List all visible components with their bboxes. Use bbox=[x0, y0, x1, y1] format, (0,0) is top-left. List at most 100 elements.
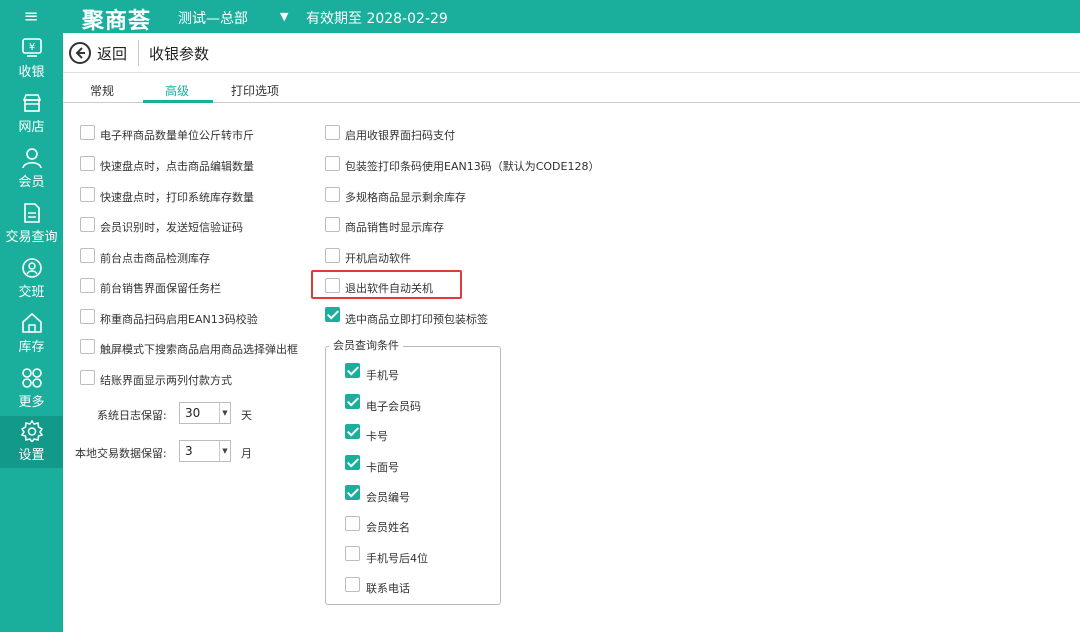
checkbox-keep-taskbar[interactable] bbox=[80, 278, 95, 293]
page-title: 收银参数 bbox=[149, 45, 210, 63]
hamburger-menu-icon[interactable]: ≡ bbox=[16, 4, 46, 28]
checkbox-package-ean13[interactable] bbox=[325, 156, 340, 171]
option-label: 多规格商品显示剩余库存 bbox=[345, 191, 466, 204]
checkbox-two-column-payment[interactable] bbox=[80, 370, 95, 385]
tab-print-options[interactable]: 打印选项 bbox=[231, 82, 279, 99]
local-data-retention-stepper[interactable]: 3 ▼ bbox=[179, 440, 231, 462]
member-query-title: 会员查询条件 bbox=[329, 337, 403, 353]
sidebar-item-inventory[interactable]: 库存 bbox=[0, 308, 63, 360]
sidebar-item-label: 交易查询 bbox=[5, 230, 58, 245]
checkbox-quick-count-print[interactable] bbox=[80, 187, 95, 202]
sidebar-item-cashier[interactable]: ¥ 收银 bbox=[0, 33, 63, 85]
local-data-retention-label: 本地交易数据保留: bbox=[75, 447, 167, 460]
checkbox-query-phone-last4[interactable] bbox=[345, 546, 360, 561]
caret-down-icon[interactable]: ▼ bbox=[280, 10, 288, 23]
checkbox-scan-pay[interactable] bbox=[325, 125, 340, 140]
more-icon bbox=[22, 368, 42, 388]
cashier-icon: ¥ bbox=[22, 38, 42, 57]
option-label: 商品销售时显示库存 bbox=[345, 221, 444, 234]
back-button[interactable]: 返回 bbox=[97, 43, 127, 64]
back-arrow-icon[interactable] bbox=[69, 42, 91, 64]
option-label: 卡号 bbox=[366, 430, 388, 443]
dropdown-arrow-icon[interactable]: ▼ bbox=[219, 403, 230, 423]
page-header: 返回 收银参数 bbox=[63, 33, 1080, 73]
local-data-retention-unit: 月 bbox=[241, 447, 252, 460]
option-label: 开机启动软件 bbox=[345, 252, 411, 265]
active-tab-indicator bbox=[143, 100, 213, 103]
checkbox-query-contact-phone[interactable] bbox=[345, 577, 360, 592]
option-label: 结账界面显示两列付款方式 bbox=[100, 374, 232, 387]
option-label: 卡面号 bbox=[366, 461, 399, 474]
option-label: 退出软件自动关机 bbox=[345, 282, 433, 295]
option-label: 电子秤商品数量单位公斤转市斤 bbox=[100, 129, 254, 142]
checkbox-auto-shutdown[interactable] bbox=[325, 278, 340, 293]
store-selector[interactable]: 测试—总部 bbox=[178, 8, 248, 28]
checkbox-multi-spec-stock[interactable] bbox=[325, 187, 340, 202]
checkbox-kg-to-jin[interactable] bbox=[80, 125, 95, 140]
checkbox-quick-count-edit[interactable] bbox=[80, 156, 95, 171]
sidebar-item-label: 更多 bbox=[18, 395, 45, 410]
option-label: 包装签打印条码使用EAN13码（默认为CODE128） bbox=[345, 160, 600, 173]
sidebar-item-label: 会员 bbox=[18, 175, 45, 190]
option-label: 启用收银界面扫码支付 bbox=[345, 129, 455, 142]
option-label: 选中商品立即打印预包装标签 bbox=[345, 313, 488, 326]
header-divider bbox=[138, 40, 139, 66]
expiry-text: 有效期至 2028-02-29 bbox=[306, 11, 448, 27]
option-label: 联系电话 bbox=[366, 582, 410, 595]
checkbox-query-phone[interactable] bbox=[345, 363, 360, 378]
option-label: 前台销售界面保留任务栏 bbox=[100, 282, 221, 295]
checkbox-autostart[interactable] bbox=[325, 248, 340, 263]
option-label: 电子会员码 bbox=[366, 400, 421, 413]
checkbox-query-member-name[interactable] bbox=[345, 516, 360, 531]
log-retention-stepper[interactable]: 30 ▼ bbox=[179, 402, 231, 424]
member-icon bbox=[22, 148, 42, 169]
member-query-group bbox=[325, 346, 501, 605]
gear-icon bbox=[21, 420, 43, 442]
sidebar-item-settings[interactable]: 设置 bbox=[0, 416, 63, 468]
top-bar: ≡ 聚商荟 测试—总部 ▼ 有效期至 2028-02-29 bbox=[0, 0, 1080, 34]
option-label: 手机号 bbox=[366, 369, 399, 382]
dropdown-arrow-icon[interactable]: ▼ bbox=[219, 441, 230, 461]
local-data-retention-value: 3 bbox=[185, 444, 193, 458]
log-retention-unit: 天 bbox=[241, 409, 252, 422]
store-icon bbox=[22, 94, 42, 112]
checkbox-ean13-weigh[interactable] bbox=[80, 309, 95, 324]
option-label: 快速盘点时，点击商品编辑数量 bbox=[100, 160, 254, 173]
handover-icon bbox=[22, 258, 42, 278]
option-label: 快速盘点时，打印系统库存数量 bbox=[100, 191, 254, 204]
checkbox-touch-popup[interactable] bbox=[80, 339, 95, 354]
sidebar-item-transactions[interactable]: 交易查询 bbox=[0, 198, 63, 250]
checkbox-member-sms[interactable] bbox=[80, 217, 95, 232]
tab-bar: 常规 高级 打印选项 bbox=[63, 73, 1080, 103]
sidebar: ¥ 收银 网店 会员 交易查询 交班 库存 更多 设置 bbox=[0, 33, 63, 632]
sidebar-item-store[interactable]: 网店 bbox=[0, 88, 63, 140]
sidebar-item-member[interactable]: 会员 bbox=[0, 143, 63, 195]
tab-advanced[interactable]: 高级 bbox=[165, 82, 189, 99]
checkbox-query-card-face-no[interactable] bbox=[345, 455, 360, 470]
option-label: 前台点击商品检测库存 bbox=[100, 252, 210, 265]
option-label: 会员编号 bbox=[366, 491, 410, 504]
checkbox-print-package-label[interactable] bbox=[325, 307, 340, 322]
option-label: 称重商品扫码启用EAN13码校验 bbox=[100, 313, 258, 326]
log-retention-value: 30 bbox=[185, 406, 201, 420]
option-label: 手机号后4位 bbox=[366, 552, 428, 565]
warehouse-icon bbox=[22, 312, 42, 333]
sidebar-item-label: 设置 bbox=[18, 448, 45, 463]
log-retention-label: 系统日志保留: bbox=[97, 409, 167, 422]
app-logo: 聚商荟 bbox=[82, 9, 152, 34]
sidebar-item-label: 交班 bbox=[18, 285, 45, 300]
sidebar-item-label: 收银 bbox=[18, 65, 45, 80]
checkbox-check-stock[interactable] bbox=[80, 248, 95, 263]
checkbox-query-member-no[interactable] bbox=[345, 485, 360, 500]
sidebar-item-more[interactable]: 更多 bbox=[0, 363, 63, 415]
checkbox-query-e-member-code[interactable] bbox=[345, 394, 360, 409]
svg-text:¥: ¥ bbox=[29, 42, 35, 53]
option-label: 会员姓名 bbox=[366, 521, 410, 534]
document-icon bbox=[24, 203, 40, 223]
checkbox-show-stock[interactable] bbox=[325, 217, 340, 232]
sidebar-item-label: 库存 bbox=[18, 340, 45, 355]
sidebar-item-handover[interactable]: 交班 bbox=[0, 253, 63, 305]
tab-general[interactable]: 常规 bbox=[90, 82, 114, 99]
option-label: 会员识别时，发送短信验证码 bbox=[100, 221, 243, 234]
checkbox-query-card-no[interactable] bbox=[345, 424, 360, 439]
